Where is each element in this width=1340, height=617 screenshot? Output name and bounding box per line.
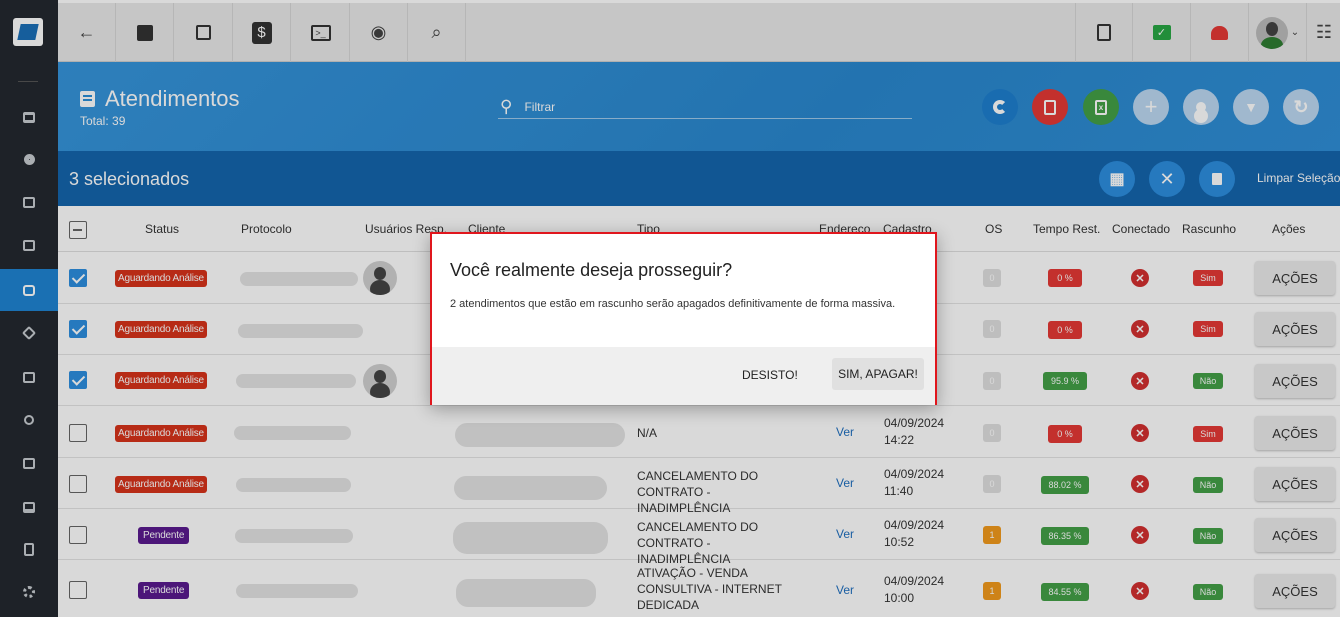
app-window: ← $ >_ ◉ ⌕ ✓ ⌄ ☷ Atendimentos Total: 39 …	[0, 0, 1340, 617]
cancel-button[interactable]: DESISTO!	[742, 368, 798, 382]
confirm-dialog: Você realmente deseja prosseguir? 2 aten…	[430, 232, 937, 405]
dialog-actions: DESISTO! SIM, APAGAR!	[432, 347, 935, 405]
dialog-title: Você realmente deseja prosseguir?	[450, 260, 733, 280]
dialog-message: 2 atendimentos que estão em rascunho ser…	[450, 298, 896, 310]
confirm-delete-button[interactable]: SIM, APAGAR!	[832, 358, 924, 390]
